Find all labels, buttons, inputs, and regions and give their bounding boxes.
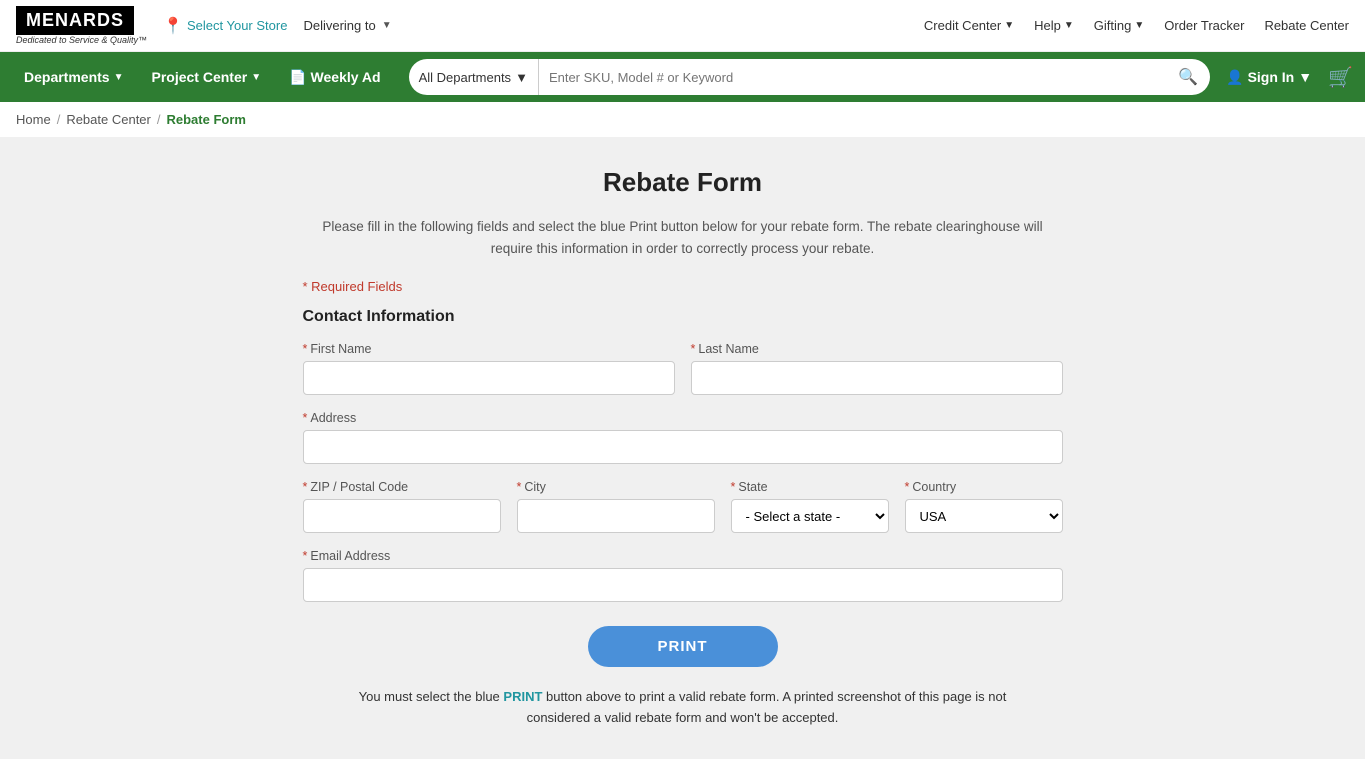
email-row: *Email Address (303, 549, 1063, 602)
store-selector-label: Select Your Store (187, 18, 287, 33)
logo-tagline: Dedicated to Service & Quality™ (16, 35, 147, 45)
help-label: Help (1034, 18, 1061, 33)
country-select[interactable]: USA (905, 499, 1063, 533)
contact-section-title: Contact Information (303, 308, 1063, 326)
email-group: *Email Address (303, 549, 1063, 602)
credit-center-link[interactable]: Credit Center ▼ (924, 18, 1014, 33)
nav-bar: Departments ▼ Project Center ▼ 📄 Weekly … (0, 52, 1365, 102)
logo: MENARDS (16, 6, 134, 35)
country-group: *Country USA (905, 480, 1063, 533)
user-icon: 👤 (1226, 69, 1243, 86)
departments-chevron: ▼ (114, 72, 124, 83)
email-label: *Email Address (303, 549, 1063, 563)
breadcrumb-home[interactable]: Home (16, 112, 51, 127)
top-bar: MENARDS Dedicated to Service & Quality™ … (0, 0, 1365, 52)
weekly-ad-icon: 📄 (289, 69, 306, 86)
zip-group: *ZIP / Postal Code (303, 480, 501, 533)
delivering-to-chevron: ▼ (382, 20, 392, 31)
weekly-ad-nav[interactable]: 📄 Weekly Ad (277, 52, 392, 102)
print-highlight: PRINT (503, 689, 542, 704)
last-name-input[interactable] (691, 361, 1063, 395)
departments-label: Departments (24, 69, 110, 85)
breadcrumb-current: Rebate Form (167, 112, 246, 127)
cart-icon-symbol: 🛒 (1328, 67, 1353, 89)
bottom-note-part2: considered a valid rebate form and won't… (527, 710, 839, 725)
first-name-label: *First Name (303, 342, 675, 356)
breadcrumb-rebate-center[interactable]: Rebate Center (66, 112, 151, 127)
breadcrumb-sep-2: / (157, 112, 161, 127)
breadcrumb-sep-1: / (57, 112, 61, 127)
last-name-label: *Last Name (691, 342, 1063, 356)
city-label: *City (517, 480, 715, 494)
country-label: *Country (905, 480, 1063, 494)
address-input[interactable] (303, 430, 1063, 464)
all-departments-label: All Departments (419, 70, 511, 85)
gifting-link[interactable]: Gifting ▼ (1094, 18, 1144, 33)
first-name-input[interactable] (303, 361, 675, 395)
delivering-to-label: Delivering to (303, 18, 375, 33)
search-department-selector[interactable]: All Departments ▼ (409, 59, 539, 95)
main-content: Rebate Form Please fill in the following… (0, 137, 1365, 759)
search-icon: 🔍 (1178, 67, 1198, 87)
required-note: * Required Fields (303, 279, 1063, 294)
city-input[interactable] (517, 499, 715, 533)
first-name-group: *First Name (303, 342, 675, 395)
zip-input[interactable] (303, 499, 501, 533)
sign-in-label: Sign In (1248, 69, 1295, 85)
departments-nav[interactable]: Departments ▼ (12, 52, 136, 102)
gifting-label: Gifting (1094, 18, 1132, 33)
address-group: *Address (303, 411, 1063, 464)
top-bar-left: MENARDS Dedicated to Service & Quality™ … (16, 6, 392, 45)
address-row: *Address (303, 411, 1063, 464)
delivering-to[interactable]: Delivering to ▼ (303, 18, 391, 33)
breadcrumb: Home / Rebate Center / Rebate Form (0, 102, 1365, 137)
all-departments-chevron: ▼ (515, 70, 528, 85)
help-link[interactable]: Help ▼ (1034, 18, 1074, 33)
cart-button[interactable]: 🛒 (1328, 65, 1353, 90)
state-group: *State - Select a state - (731, 480, 889, 533)
state-select[interactable]: - Select a state - (731, 499, 889, 533)
project-center-chevron: ▼ (251, 72, 261, 83)
credit-center-chevron: ▼ (1004, 20, 1014, 31)
logo-area: MENARDS Dedicated to Service & Quality™ (16, 6, 147, 45)
search-input[interactable] (539, 59, 1166, 95)
search-button[interactable]: 🔍 (1166, 59, 1210, 95)
location-row: *ZIP / Postal Code *City *State - Select… (303, 480, 1063, 533)
project-center-nav[interactable]: Project Center ▼ (140, 52, 274, 102)
sign-in-chevron: ▼ (1298, 69, 1312, 85)
form-card: Rebate Form Please fill in the following… (303, 167, 1063, 729)
nav-right: 👤 Sign In ▼ 🛒 (1226, 65, 1353, 90)
sign-in-button[interactable]: 👤 Sign In ▼ (1226, 69, 1312, 86)
form-description: Please fill in the following fields and … (303, 216, 1063, 259)
print-button[interactable]: PRINT (588, 626, 778, 667)
store-selector[interactable]: 📍 Select Your Store (163, 16, 287, 36)
top-bar-right: Credit Center ▼ Help ▼ Gifting ▼ Order T… (924, 18, 1349, 33)
bottom-note: You must select the blue PRINT button ab… (303, 687, 1063, 729)
last-name-group: *Last Name (691, 342, 1063, 395)
email-input[interactable] (303, 568, 1063, 602)
state-label: *State (731, 480, 889, 494)
address-label: *Address (303, 411, 1063, 425)
zip-label: *ZIP / Postal Code (303, 480, 501, 494)
project-center-label: Project Center (152, 69, 248, 85)
credit-center-label: Credit Center (924, 18, 1001, 33)
order-tracker-label: Order Tracker (1164, 18, 1244, 33)
city-group: *City (517, 480, 715, 533)
gifting-chevron: ▼ (1134, 20, 1144, 31)
weekly-ad-label: Weekly Ad (311, 69, 381, 85)
rebate-center-label: Rebate Center (1264, 18, 1349, 33)
form-title: Rebate Form (303, 167, 1063, 198)
order-tracker-link[interactable]: Order Tracker (1164, 18, 1244, 33)
location-icon: 📍 (163, 16, 183, 36)
search-bar: All Departments ▼ 🔍 (409, 59, 1211, 95)
name-row: *First Name *Last Name (303, 342, 1063, 395)
rebate-center-link[interactable]: Rebate Center (1264, 18, 1349, 33)
help-chevron: ▼ (1064, 20, 1074, 31)
